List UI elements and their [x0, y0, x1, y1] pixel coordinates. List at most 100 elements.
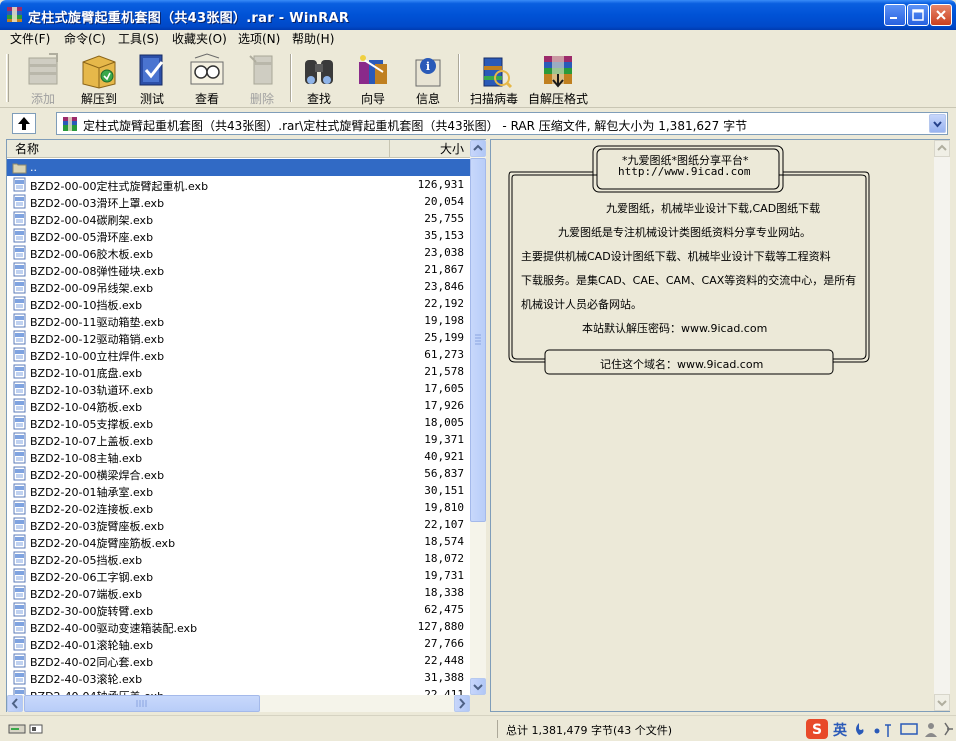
file-name: BZD2-00-11驱动箱垫.exb — [30, 316, 165, 329]
menu-options[interactable]: 选项(N) — [235, 31, 283, 47]
parent-folder-row[interactable]: .. — [7, 159, 470, 176]
table-row[interactable]: BZD2-10-08主轴.exb 40,921 — [7, 448, 470, 465]
file-icon — [13, 449, 26, 464]
wizard-label: 向导 — [360, 92, 385, 106]
comment-scroll-down-button[interactable] — [934, 694, 950, 711]
menu-tools[interactable]: 工具(S) — [115, 31, 162, 47]
file-icon — [13, 602, 26, 617]
ime-language-indicator[interactable]: 英 — [833, 720, 847, 740]
table-row[interactable]: BZD2-40-04轴承压盖.exb 22,411 — [7, 686, 470, 695]
table-row[interactable]: BZD2-00-11驱动箱垫.exb 19,198 — [7, 312, 470, 329]
extract-to-icon — [82, 55, 116, 89]
file-icon — [13, 211, 26, 226]
file-list-vertical-scrollbar[interactable] — [470, 140, 486, 695]
wizard-button[interactable]: 向导 — [346, 50, 400, 106]
scroll-down-button[interactable] — [470, 678, 486, 695]
table-row[interactable]: BZD2-40-03滚轮.exb 31,388 — [7, 669, 470, 686]
file-name: BZD2-00-05滑环座.exb — [30, 231, 154, 244]
table-row[interactable]: BZD2-00-04碳刷架.exb 25,755 — [7, 210, 470, 227]
file-size: 62,475 — [424, 603, 464, 616]
table-row[interactable]: BZD2-40-00驱动变速箱装配.exb 127,880 — [7, 618, 470, 635]
file-name: BZD2-00-03滑环上罩.exb — [30, 197, 165, 210]
file-icon — [13, 619, 26, 634]
scroll-right-button[interactable] — [454, 695, 470, 712]
file-name: BZD2-10-01底盘.exb — [30, 367, 143, 380]
scroll-up-button[interactable] — [470, 140, 486, 157]
table-row[interactable]: BZD2-00-05滑环座.exb 35,153 — [7, 227, 470, 244]
add-button[interactable]: 添加 — [16, 50, 70, 106]
file-icon — [13, 228, 26, 243]
menu-file[interactable]: 文件(F) — [7, 31, 53, 47]
up-folder-button[interactable] — [12, 113, 36, 134]
file-list-header: 名称 大小 — [7, 140, 470, 158]
table-row[interactable]: BZD2-00-08弹性碰块.exb 21,867 — [7, 261, 470, 278]
table-row[interactable]: BZD2-20-03旋臂座板.exb 22,107 — [7, 516, 470, 533]
table-row[interactable]: BZD2-10-07上盖板.exb 19,371 — [7, 431, 470, 448]
table-row[interactable]: BZD2-10-01底盘.exb 21,578 — [7, 363, 470, 380]
table-row[interactable]: BZD2-20-04旋臂座筋板.exb 18,574 — [7, 533, 470, 550]
file-name: BZD2-10-07上盖板.exb — [30, 435, 154, 448]
scroll-left-button[interactable] — [7, 695, 23, 712]
file-size: 27,766 — [424, 637, 464, 650]
table-row[interactable]: BZD2-00-00定柱式旋臂起重机.exb 126,931 — [7, 176, 470, 193]
winrar-window: 定柱式旋臂起重机套图（共43张图）.rar - WinRAR 文件(F) 命令(… — [0, 0, 956, 741]
menu-favorites[interactable]: 收藏夹(O) — [169, 31, 230, 47]
file-name: BZD2-10-03轨道环.exb — [30, 384, 154, 397]
info-button[interactable]: i 信息 — [402, 50, 454, 106]
file-size: 22,107 — [424, 518, 464, 531]
table-row[interactable]: BZD2-40-01滚轮轴.exb 27,766 — [7, 635, 470, 652]
test-button[interactable]: 测试 — [126, 50, 178, 106]
file-size: 17,926 — [424, 399, 464, 412]
minimize-button[interactable] — [884, 4, 906, 26]
column-size-header[interactable]: 大小 — [391, 140, 470, 158]
table-row[interactable]: BZD2-10-00立柱焊件.exb 61,273 — [7, 346, 470, 363]
toolbar-grip[interactable] — [6, 54, 9, 102]
table-row[interactable]: BZD2-00-10挡板.exb 22,192 — [7, 295, 470, 312]
sfx-button[interactable]: 自解压格式 — [526, 50, 590, 106]
status-summary: 总计 1,381,479 字节(43 个文件) — [506, 724, 673, 737]
title-bar[interactable]: 定柱式旋臂起重机套图（共43张图）.rar - WinRAR — [0, 0, 956, 30]
table-row[interactable]: BZD2-00-12驱动箱销.exb 25,199 — [7, 329, 470, 346]
table-row[interactable]: BZD2-20-02连接板.exb 19,810 — [7, 499, 470, 516]
find-button[interactable]: 查找 — [292, 50, 346, 106]
scroll-thumb[interactable] — [470, 158, 486, 522]
file-name: BZD2-20-03旋臂座板.exb — [30, 520, 165, 533]
table-row[interactable]: BZD2-20-06工字钢.exb 19,731 — [7, 567, 470, 584]
table-row[interactable]: BZD2-00-03滑环上罩.exb 20,054 — [7, 193, 470, 210]
table-row[interactable]: BZD2-20-00横梁焊合.exb 56,837 — [7, 465, 470, 482]
comment-scroll-up-button[interactable] — [934, 140, 950, 157]
wizard-icon — [359, 55, 387, 84]
menu-help[interactable]: 帮助(H) — [289, 31, 337, 47]
table-row[interactable]: BZD2-00-06胶木板.exb 23,038 — [7, 244, 470, 261]
table-row[interactable]: BZD2-20-05挡板.exb 18,072 — [7, 550, 470, 567]
address-path: 定柱式旋臂起重机套图（共43张图）.rar\定柱式旋臂起重机套图（共43张图） … — [83, 119, 748, 133]
file-icon — [13, 636, 26, 651]
table-row[interactable]: BZD2-10-05支撑板.exb 18,005 — [7, 414, 470, 431]
maximize-button[interactable] — [907, 4, 929, 26]
table-row[interactable]: BZD2-20-07端板.exb 18,338 — [7, 584, 470, 601]
file-icon — [13, 262, 26, 277]
table-row[interactable]: BZD2-30-00旋转臂.exb 62,475 — [7, 601, 470, 618]
virus-scan-button[interactable]: 扫描病毒 — [464, 50, 524, 106]
address-dropdown-button[interactable] — [929, 114, 946, 133]
file-name: .. — [30, 161, 37, 174]
horizontal-scroll-thumb[interactable] — [24, 695, 260, 712]
comment-vertical-scrollbar[interactable] — [934, 140, 950, 711]
table-row[interactable]: BZD2-40-02同心套.exb 22,448 — [7, 652, 470, 669]
file-name: BZD2-30-00旋转臂.exb — [30, 605, 154, 618]
find-icon — [305, 60, 333, 84]
column-name-header[interactable]: 名称 — [7, 140, 390, 158]
table-row[interactable]: BZD2-20-01轴承室.exb 30,151 — [7, 482, 470, 499]
file-name: BZD2-00-08弹性碰块.exb — [30, 265, 165, 278]
table-row[interactable]: BZD2-10-03轨道环.exb 17,605 — [7, 380, 470, 397]
file-list-horizontal-scrollbar[interactable] — [7, 695, 470, 712]
file-size: 21,578 — [424, 365, 464, 378]
address-field[interactable]: 定柱式旋臂起重机套图（共43张图）.rar\定柱式旋臂起重机套图（共43张图） … — [56, 112, 948, 135]
table-row[interactable]: BZD2-00-09吊线架.exb 23,846 — [7, 278, 470, 295]
delete-button[interactable]: 删除 — [236, 50, 288, 106]
menu-commands[interactable]: 命令(C) — [61, 31, 109, 47]
view-button[interactable]: 查看 — [180, 50, 234, 106]
table-row[interactable]: BZD2-10-04筋板.exb 17,926 — [7, 397, 470, 414]
close-button[interactable] — [930, 4, 952, 26]
extract-to-button[interactable]: 解压到 — [72, 50, 126, 106]
